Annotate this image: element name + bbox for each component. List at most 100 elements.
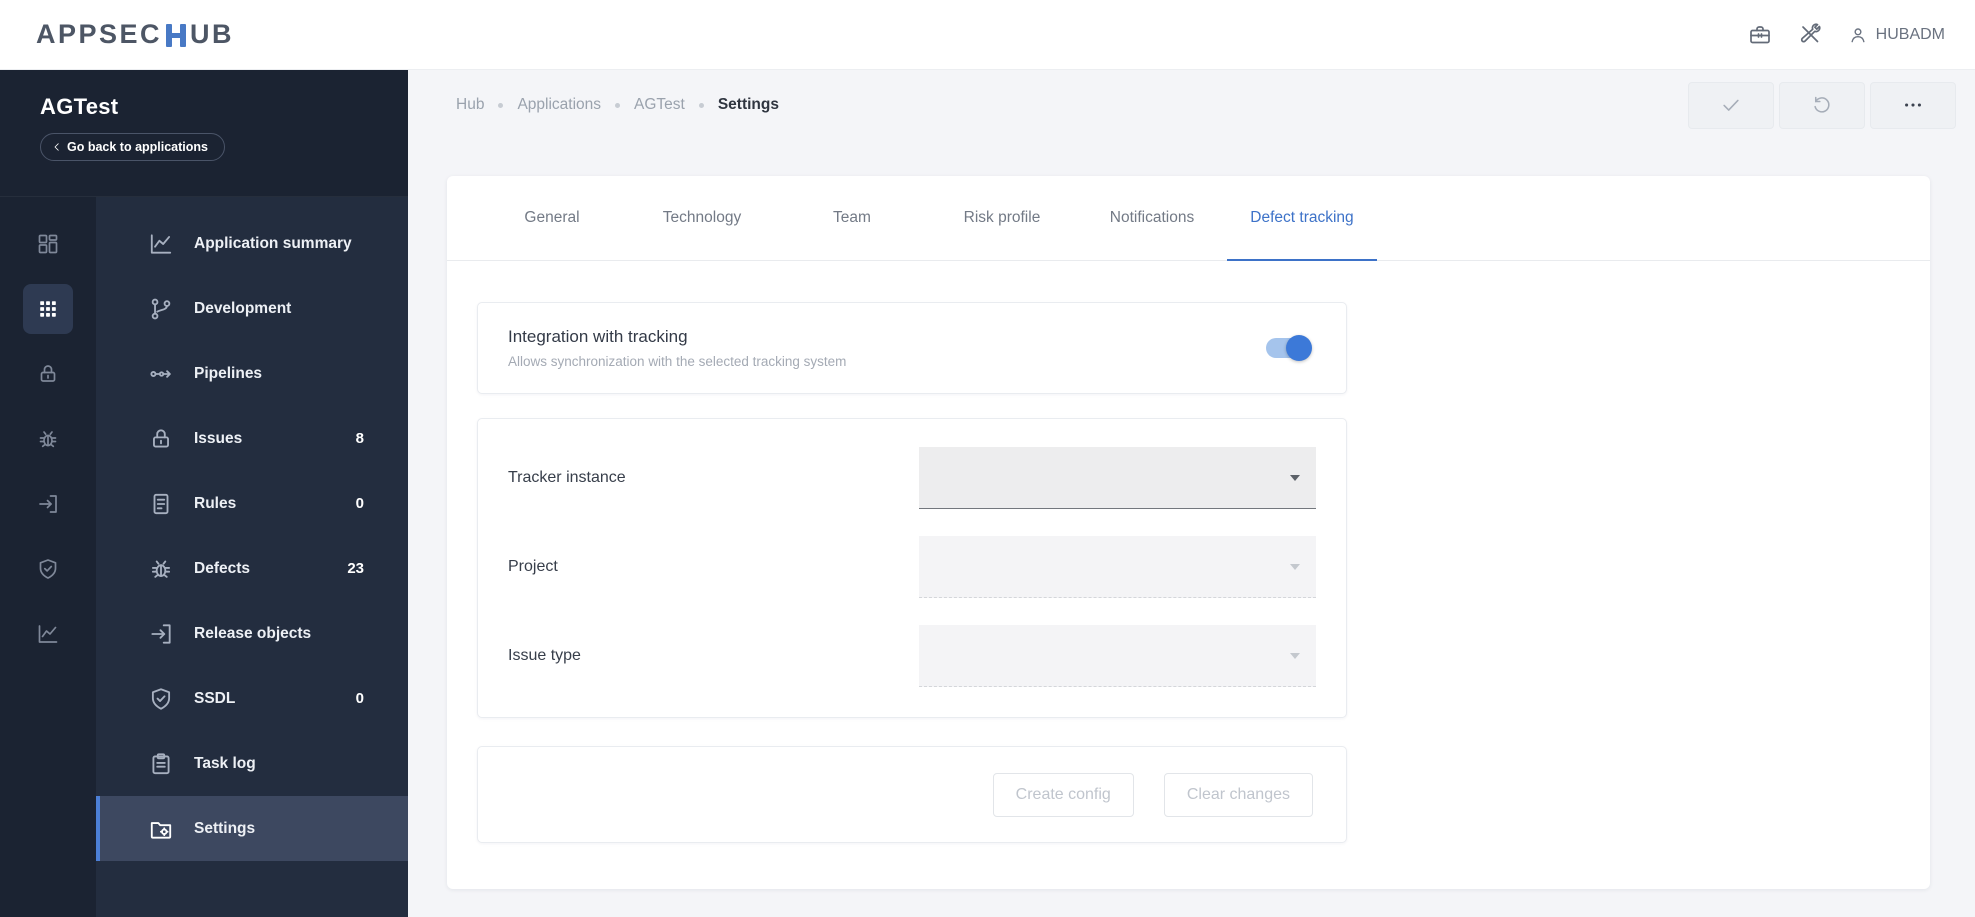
- logo-text-suffix: UB: [190, 19, 235, 49]
- sidebar-item-defects[interactable]: Defects 23: [96, 536, 408, 601]
- main-content: Hub Applications AGTest Settings General…: [408, 70, 1975, 917]
- shield-check-icon: [151, 687, 171, 710]
- sidebar: AGTest Go back to applications Applicati…: [0, 70, 408, 917]
- confirm-button[interactable]: [1688, 81, 1774, 129]
- application-name: AGTest: [40, 94, 119, 119]
- menu-badge: 8: [355, 430, 364, 447]
- integration-card: Integration with tracking Allows synchro…: [477, 302, 1347, 394]
- sidebar-item-issues[interactable]: Issues 8: [96, 406, 408, 471]
- tab-notifications[interactable]: Notifications: [1077, 176, 1227, 260]
- user-name: HUBADM: [1875, 25, 1945, 43]
- user-menu[interactable]: HUBADM: [1848, 25, 1945, 45]
- menu-badge: 0: [355, 495, 364, 512]
- menu-badge: 23: [347, 560, 364, 577]
- tracker-instance-row: Tracker instance: [508, 447, 1316, 509]
- tools-icon[interactable]: [1798, 22, 1822, 47]
- top-bar: APPSEC UB HUBADM: [0, 0, 1975, 70]
- tracker-instance-label: Tracker instance: [508, 469, 626, 486]
- breadcrumb-separator: [498, 102, 504, 108]
- project-label: Project: [508, 558, 558, 575]
- page-actions: [1688, 81, 1956, 129]
- menu-label: Settings: [194, 819, 256, 837]
- more-actions-button[interactable]: [1870, 81, 1956, 129]
- tab-risk-profile[interactable]: Risk profile: [927, 176, 1077, 260]
- sidebar-item-rules[interactable]: Rules 0: [96, 471, 408, 536]
- logo-h-icon: [164, 20, 188, 50]
- integration-subtitle: Allows synchronization with the selected…: [508, 354, 847, 369]
- icon-rail: [0, 197, 96, 917]
- rail-bug-icon[interactable]: [0, 406, 96, 471]
- breadcrumb-bar: Hub Applications AGTest Settings: [408, 70, 1975, 140]
- dropdown-arrow-icon: [1290, 652, 1300, 659]
- rail-applications-icon[interactable]: [0, 276, 96, 341]
- sidebar-header: AGTest Go back to applications: [0, 70, 408, 197]
- breadcrumb-settings: Settings: [717, 96, 779, 113]
- restore-button[interactable]: [1779, 81, 1865, 129]
- export-icon: [151, 623, 171, 644]
- tracker-instance-select[interactable]: [919, 447, 1316, 509]
- menu-label: Issues: [194, 429, 243, 447]
- settings-panel: General Technology Team Risk profile Not…: [447, 176, 1930, 889]
- topbar-actions: HUBADM: [1748, 22, 1945, 47]
- sidebar-menu: Application summary Development Pipeline…: [96, 197, 408, 917]
- toolbox-icon[interactable]: [1748, 23, 1772, 47]
- menu-label: SSDL: [194, 689, 236, 707]
- tab-general[interactable]: General: [477, 176, 627, 260]
- clear-changes-button[interactable]: Clear changes: [1163, 772, 1313, 817]
- menu-label: Release objects: [194, 624, 312, 642]
- rail-shield-icon[interactable]: [0, 536, 96, 601]
- tracker-form-card: Tracker instance Project Issue type: [477, 418, 1347, 718]
- rail-chart-icon[interactable]: [0, 601, 96, 666]
- rail-dashboard-icon[interactable]: [0, 211, 96, 276]
- breadcrumb-separator: [615, 102, 621, 108]
- clipboard-icon: [152, 752, 170, 774]
- bug-icon: [151, 559, 171, 578]
- project-select: [919, 536, 1316, 598]
- create-config-button[interactable]: Create config: [992, 772, 1134, 817]
- sidebar-item-release-objects[interactable]: Release objects: [96, 601, 408, 666]
- rail-exit-icon[interactable]: [0, 471, 96, 536]
- lock-alert-icon: [153, 428, 169, 448]
- document-icon: [153, 493, 169, 514]
- rail-lock-icon[interactable]: [0, 341, 96, 406]
- go-back-button[interactable]: Go back to applications: [40, 133, 225, 161]
- sidebar-item-development[interactable]: Development: [96, 276, 408, 341]
- sidebar-item-task-log[interactable]: Task log: [96, 731, 408, 796]
- integration-title: Integration with tracking: [508, 327, 688, 346]
- menu-label: Application summary: [194, 234, 352, 252]
- folder-gear-icon: [150, 821, 172, 839]
- tab-technology[interactable]: Technology: [627, 176, 777, 260]
- rail-active-indicator: [23, 283, 73, 334]
- chevron-left-icon: [54, 143, 59, 151]
- breadcrumb-hub[interactable]: Hub: [456, 96, 484, 114]
- dropdown-arrow-icon: [1290, 474, 1300, 481]
- check-icon: [1723, 99, 1739, 111]
- sidebar-item-pipelines[interactable]: Pipelines: [96, 341, 408, 406]
- ellipsis-icon: [1905, 103, 1921, 107]
- go-back-label: Go back to applications: [67, 140, 208, 154]
- branch-icon: [151, 298, 171, 319]
- breadcrumb-applications[interactable]: Applications: [517, 96, 601, 114]
- breadcrumb: Hub Applications AGTest Settings: [456, 96, 779, 114]
- menu-label: Defects: [194, 559, 250, 577]
- tab-defect-tracking[interactable]: Defect tracking: [1227, 176, 1377, 261]
- tab-team[interactable]: Team: [777, 176, 927, 260]
- issue-type-row: Issue type: [508, 625, 1316, 687]
- breadcrumb-separator: [698, 102, 704, 108]
- user-icon: [1851, 27, 1865, 42]
- integration-toggle[interactable]: [1266, 335, 1312, 361]
- issue-type-label: Issue type: [508, 647, 581, 664]
- breadcrumb-agtest[interactable]: AGTest: [634, 96, 685, 114]
- menu-label: Rules: [194, 494, 237, 512]
- integration-text: Integration with tracking Allows synchro…: [508, 327, 846, 369]
- settings-tabs: General Technology Team Risk profile Not…: [447, 176, 1930, 261]
- appsechub-logo[interactable]: APPSEC UB: [36, 19, 234, 50]
- sidebar-item-settings[interactable]: Settings: [96, 796, 408, 861]
- sidebar-item-application-summary[interactable]: Application summary: [96, 211, 408, 276]
- form-actions-card: Create config Clear changes: [477, 746, 1347, 843]
- restore-icon: [1814, 96, 1830, 113]
- line-chart-icon: [150, 233, 172, 254]
- project-row: Project: [508, 536, 1316, 598]
- menu-label: Development: [194, 299, 292, 317]
- sidebar-item-ssdl[interactable]: SSDL 0: [96, 666, 408, 731]
